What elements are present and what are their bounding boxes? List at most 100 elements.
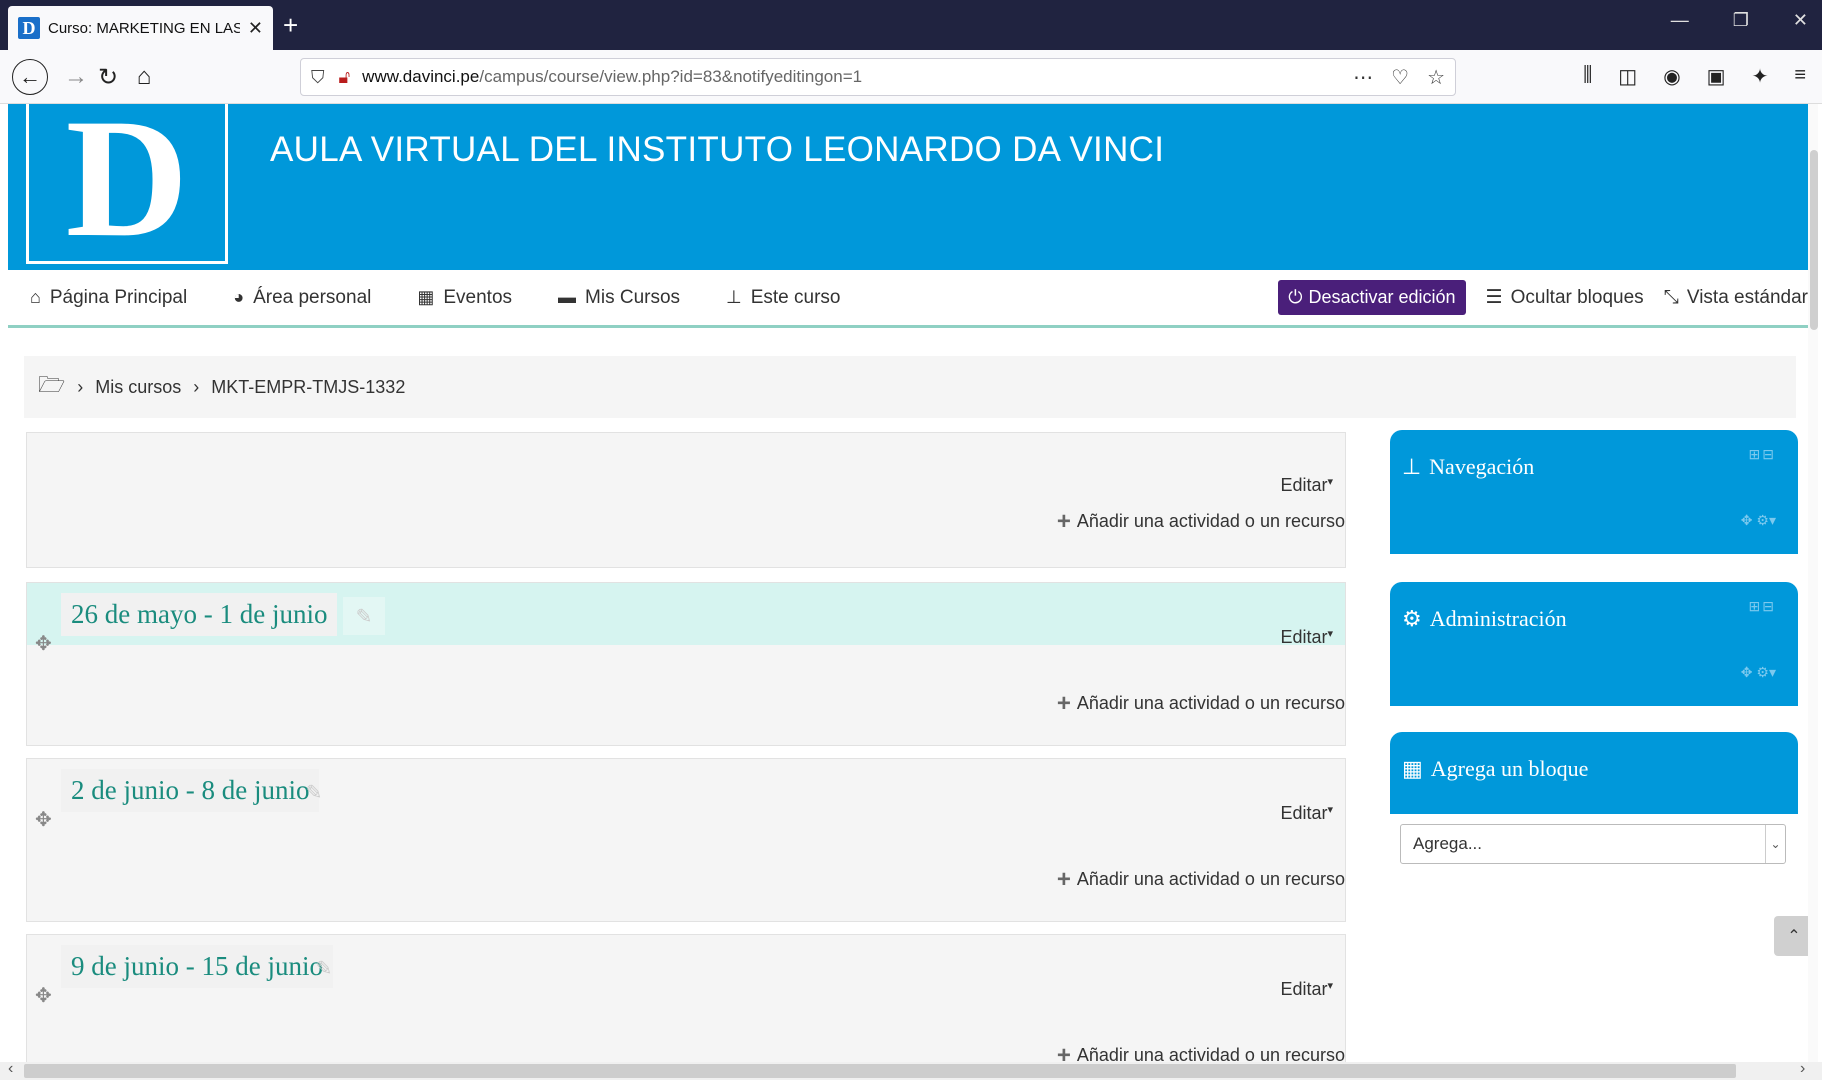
dock-block-icon[interactable]: ⊞⊟: [1749, 446, 1776, 463]
administration-block: ⚙ Administración ⊞⊟ ✥ ⚙▾: [1390, 582, 1798, 706]
menu-events[interactable]: ▦ Eventos: [417, 287, 512, 309]
course-section-general: Editar▾ + Añadir una actividad o un recur…: [26, 432, 1346, 568]
power-icon: ⏻: [1288, 287, 1303, 307]
move-icon[interactable]: ✥: [35, 983, 52, 1008]
add-activity-link[interactable]: + Añadir una actividad o un recurso: [1056, 507, 1345, 535]
menu-personal-label: Área personal: [253, 286, 372, 308]
close-window-icon[interactable]: ✕: [1793, 10, 1808, 31]
navigation-block-title[interactable]: ⊥ Navegación: [1402, 454, 1534, 480]
plus-icon: +: [1056, 1041, 1071, 1062]
section-edit-label: Editar: [1280, 475, 1328, 495]
tab-title: Curso: MARKETING EN LAS EMP: [48, 19, 240, 37]
plus-icon: +: [1056, 507, 1071, 535]
edit-title-pencil-icon[interactable]: ✎: [293, 773, 335, 811]
section-edit-menu[interactable]: Editar▾: [1280, 475, 1333, 496]
back-arrow-icon[interactable]: ←: [12, 59, 48, 95]
browser-tab[interactable]: D Curso: MARKETING EN LAS EMP ✕: [8, 6, 273, 50]
plus-icon: +: [1056, 689, 1071, 717]
sidebar-icon[interactable]: ◫: [1618, 64, 1637, 89]
sitemap-icon: ⊥: [1402, 454, 1422, 479]
menu-this-course[interactable]: ⊥ Este curso: [726, 287, 840, 309]
section-title[interactable]: 2 de junio - 8 de junio: [61, 769, 320, 812]
reload-icon[interactable]: ↻: [90, 59, 126, 95]
new-tab-icon[interactable]: +: [283, 10, 298, 40]
standard-view-link[interactable]: ⤡ Vista estándar: [1664, 287, 1808, 309]
breadcrumb-my-courses[interactable]: Mis cursos: [95, 377, 181, 398]
section-title[interactable]: 26 de mayo - 1 de junio: [61, 593, 338, 636]
forward-arrow-icon[interactable]: →: [58, 59, 94, 95]
caret-down-icon: ▾: [1327, 804, 1333, 816]
add-block-select[interactable]: Agrega... ⌄: [1400, 824, 1786, 864]
caret-down-icon: ▾: [1327, 628, 1333, 640]
administration-block-label: Administración: [1429, 606, 1567, 631]
pocket-icon[interactable]: ♡: [1391, 65, 1409, 90]
library-icon[interactable]: ⫼: [1583, 64, 1592, 89]
close-tab-icon[interactable]: ✕: [248, 18, 263, 39]
insecure-lock-icon[interactable]: 🔓︎: [339, 67, 351, 88]
breadcrumb-course[interactable]: MKT-EMPR-TMJS-1332: [211, 377, 405, 398]
toolbar-icons: ⫼ ◫ ◉ ▣ ✦ ≡: [1583, 64, 1806, 89]
breadcrumb: 🗁︎ › Mis cursos › MKT-EMPR-TMJS-1332: [24, 356, 1796, 418]
breadcrumb-separator: ›: [193, 376, 200, 397]
account-icon[interactable]: ◉: [1663, 64, 1680, 89]
add-block-label: Agrega un bloque: [1430, 756, 1589, 781]
section-edit-menu[interactable]: Editar▾: [1280, 803, 1333, 824]
block-move-gear-icon[interactable]: ✥ ⚙▾: [1741, 512, 1776, 529]
scroll-right-arrow-icon[interactable]: ›: [1800, 1060, 1805, 1078]
add-activity-label: Añadir una actividad o un recurso: [1076, 1045, 1345, 1062]
menu-my-courses[interactable]: ▬ Mis Cursos: [558, 287, 680, 309]
toggle-editing-button[interactable]: ⏻ Desactivar edición: [1278, 280, 1466, 315]
add-block-block: ▦ Agrega un bloque: [1390, 732, 1798, 814]
menu-this-course-label: Este curso: [750, 286, 841, 308]
add-block-select-value: Agrega...: [1413, 834, 1482, 853]
move-icon[interactable]: ✥: [35, 631, 52, 656]
extension-icon[interactable]: ✦: [1752, 64, 1769, 89]
hide-blocks-link[interactable]: ☰ Ocultar bloques: [1486, 286, 1644, 309]
section-edit-label: Editar: [1280, 627, 1328, 647]
administration-block-title[interactable]: ⚙ Administración: [1402, 606, 1567, 632]
edit-title-pencil-icon[interactable]: ✎: [303, 949, 345, 987]
home-icon[interactable]: ⌂: [126, 59, 162, 95]
browser-nav-bar: ← → ↻ ⌂ ⛉ 🔓︎ www.davinci.pe/campus/cours…: [0, 50, 1822, 104]
section-title[interactable]: 9 de junio - 15 de junio: [61, 945, 333, 988]
scroll-left-arrow-icon[interactable]: ‹: [8, 1060, 13, 1078]
hide-blocks-label: Ocultar bloques: [1510, 286, 1644, 308]
folder-icon: 🗁︎: [38, 372, 66, 397]
add-activity-link[interactable]: + Añadir una actividad o un recurso: [1056, 689, 1345, 717]
tracking-shield-icon[interactable]: ⛉: [311, 67, 325, 88]
breadcrumb-separator: ›: [77, 376, 84, 397]
pocket-save-icon[interactable]: ▣: [1707, 64, 1726, 89]
calendar-icon: ▦: [417, 287, 435, 307]
add-activity-label: Añadir una actividad o un recurso: [1076, 511, 1345, 531]
section-edit-menu[interactable]: Editar▾: [1280, 979, 1333, 1000]
course-section: 2 de junio - 8 de junio ✎ ✥ Editar▾ + Aña…: [26, 758, 1346, 922]
vertical-scrollbar-thumb[interactable]: [1810, 150, 1818, 330]
site-logo[interactable]: D: [26, 104, 228, 264]
horizontal-scrollbar-thumb[interactable]: [24, 1064, 1736, 1078]
compress-icon: ⤡: [1663, 286, 1679, 308]
bookmark-star-icon[interactable]: ☆: [1427, 65, 1445, 90]
grid-icon: ▦: [1402, 756, 1423, 781]
menu-home[interactable]: ⌂ Página Principal: [30, 287, 187, 309]
section-edit-label: Editar: [1280, 803, 1328, 823]
site-header: D AULA VIRTUAL DEL INSTITUTO LEONARDO DA…: [8, 104, 1818, 270]
site-favicon-icon: D: [18, 17, 40, 39]
menu-home-label: Página Principal: [49, 286, 188, 308]
menu-personal-area[interactable]: ◕ Área personal: [233, 287, 371, 309]
dock-block-icon[interactable]: ⊞⊟: [1749, 598, 1776, 615]
menu-hamburger-icon[interactable]: ≡: [1794, 64, 1806, 89]
url-path: /campus/course/view.php?id=83&notifyedit…: [479, 67, 863, 86]
url-actions: ⋯ ♡ ☆: [1353, 65, 1445, 90]
more-actions-icon[interactable]: ⋯: [1353, 65, 1373, 90]
url-bar[interactable]: ⛉ 🔓︎ www.davinci.pe/campus/course/view.p…: [300, 58, 1456, 96]
restore-icon[interactable]: ❐: [1733, 10, 1749, 31]
section-edit-menu[interactable]: Editar▾: [1280, 627, 1333, 648]
block-move-gear-icon[interactable]: ✥ ⚙▾: [1741, 664, 1776, 681]
move-icon[interactable]: ✥: [35, 807, 52, 832]
edit-title-pencil-icon[interactable]: ✎: [343, 597, 385, 635]
caret-down-icon: ▾: [1327, 476, 1333, 488]
caret-down-icon: ▾: [1327, 980, 1333, 992]
add-activity-link[interactable]: + Añadir una actividad o un recurso: [1056, 1041, 1345, 1062]
add-activity-link[interactable]: + Añadir una actividad o un recurso: [1057, 867, 1345, 891]
minimize-icon[interactable]: —: [1671, 10, 1689, 31]
